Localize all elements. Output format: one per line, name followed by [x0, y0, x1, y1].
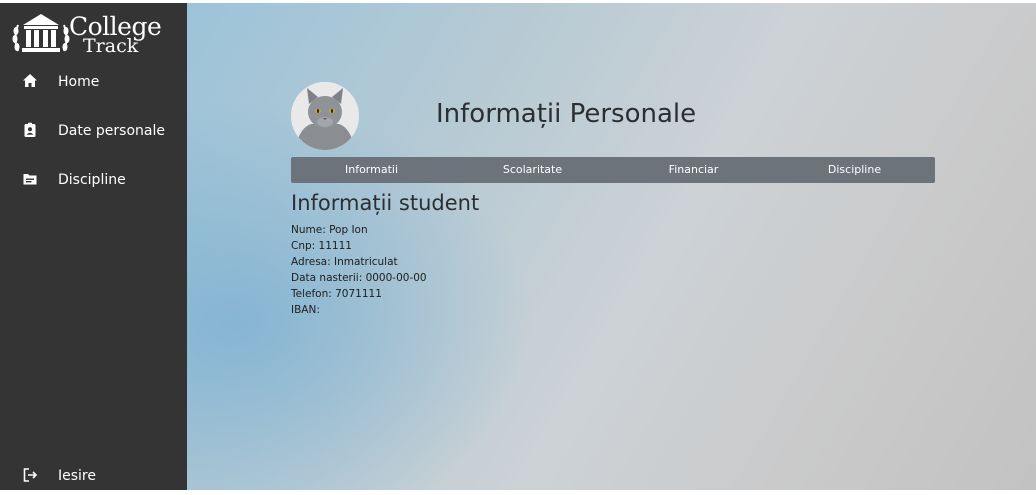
student-birthdate: Data nasterii: 0000-00-00	[291, 272, 427, 284]
student-address: Adresa: Inmatriculat	[291, 256, 398, 268]
page-title: Informații Personale	[436, 99, 697, 129]
university-laurel-icon	[12, 14, 70, 52]
student-cnp: Cnp: 11111	[291, 240, 352, 252]
main-content: Informații Personale Informatii Scolarit…	[187, 3, 1036, 490]
cat-avatar-icon	[291, 82, 359, 150]
folder-icon	[23, 174, 37, 185]
id-badge-icon	[24, 122, 36, 137]
logout-icon	[23, 468, 38, 482]
college-track-logo[interactable]: College Track	[12, 9, 177, 57]
student-iban: IBAN:	[291, 304, 320, 316]
tab-discipline[interactable]: Discipline	[774, 157, 935, 183]
student-phone: Telefon: 7071111	[291, 288, 382, 300]
section-title: Informații student	[291, 191, 480, 215]
app-frame: College Track Home Date personale Discip…	[0, 3, 1036, 490]
tab-scolaritate[interactable]: Scolaritate	[452, 157, 613, 183]
profile-avatar	[291, 82, 359, 150]
home-icon	[23, 74, 37, 87]
student-name: Nume: Pop Ion	[291, 224, 368, 236]
sidebar-item-discipline[interactable]: Discipline	[0, 163, 187, 199]
sidebar-item-label: Discipline	[58, 172, 126, 188]
sidebar: College Track Home Date personale Discip…	[0, 3, 187, 490]
sidebar-item-home[interactable]: Home	[0, 65, 187, 101]
tab-financiar[interactable]: Financiar	[613, 157, 774, 183]
logo-text-track: Track	[83, 35, 139, 57]
tab-informatii[interactable]: Informatii	[291, 157, 452, 183]
sidebar-item-date-personale[interactable]: Date personale	[0, 114, 187, 150]
sidebar-item-label: Iesire	[58, 468, 96, 484]
tab-bar: Informatii Scolaritate Financiar Discipl…	[291, 157, 935, 183]
sidebar-item-label: Date personale	[58, 123, 165, 139]
sidebar-item-label: Home	[58, 74, 100, 90]
